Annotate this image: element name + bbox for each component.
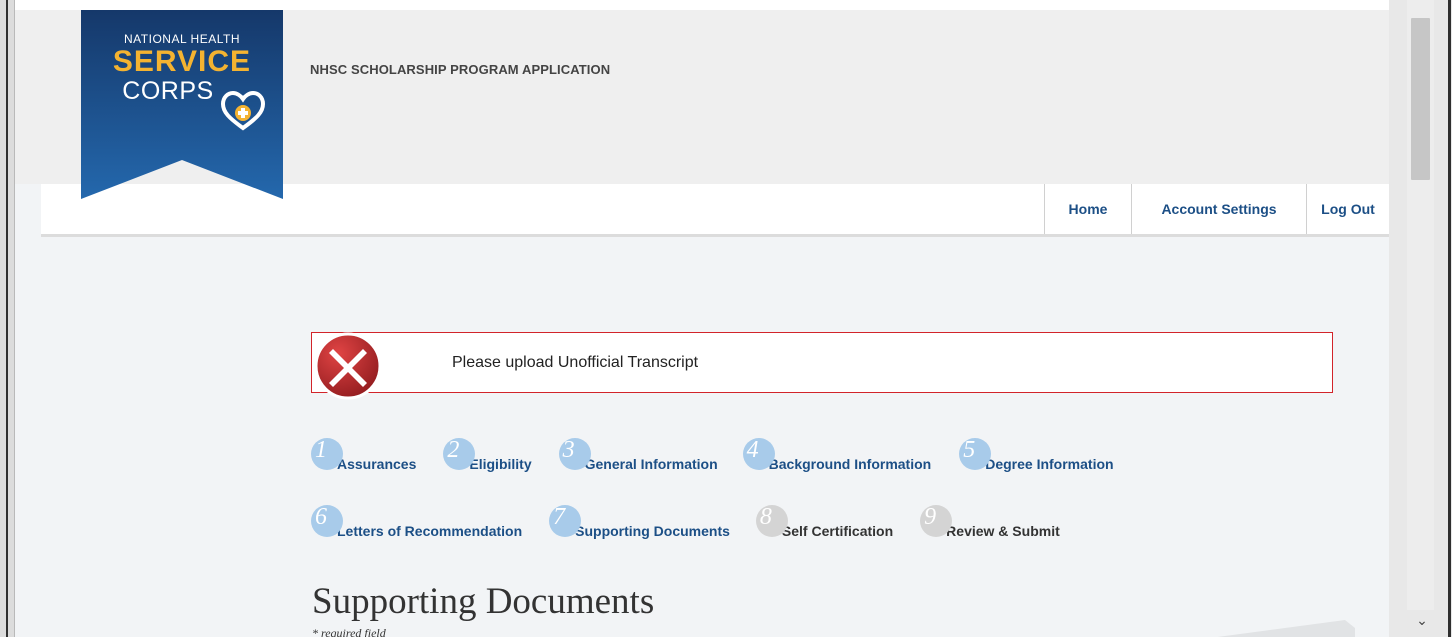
step-number: 6 — [315, 504, 327, 530]
heart-cross-icon — [221, 91, 265, 131]
step-label: Degree Information — [985, 456, 1114, 472]
step-self-certification[interactable]: 8 Self Certification — [755, 504, 894, 539]
step-number-circle: 5 — [959, 437, 992, 470]
step-letters-of-recommendation[interactable]: 6 Letters of Recommendation — [311, 504, 523, 539]
step-number: 7 — [553, 504, 566, 530]
top-nav: Home Account Settings Log Out — [1044, 184, 1389, 234]
chevron-down-icon[interactable]: ⌄ — [1413, 610, 1431, 630]
step-number: 3 — [562, 437, 575, 463]
step-number: 2 — [447, 437, 460, 463]
step-number-circle: 9 — [920, 504, 953, 537]
step-number-circle: 4 — [742, 437, 775, 470]
step-label: Assurances — [337, 456, 417, 472]
window-border — [6, 0, 8, 637]
step-background-information[interactable]: 4 Background Information — [742, 437, 932, 472]
step-number: 1 — [315, 437, 327, 463]
logo-line-1: NATIONAL HEALTH — [124, 32, 240, 46]
app-title: NHSC SCHOLARSHIP PROGRAM APPLICATION — [310, 62, 611, 77]
logo-line-2: SERVICE — [112, 45, 252, 78]
nhsc-logo[interactable]: NATIONAL HEALTH SERVICE CORPS — [81, 10, 283, 199]
progress-steps-row-2: 6 Letters of Recommendation 7 Supporting… — [311, 504, 1060, 539]
step-number: 5 — [963, 437, 976, 463]
section-title: Supporting Documents — [312, 581, 655, 622]
nav-log-out-link[interactable]: Log Out — [1306, 184, 1389, 234]
scrollbar[interactable]: ⌄ — [1389, 0, 1452, 637]
step-number: 8 — [759, 504, 772, 530]
step-assurances[interactable]: 1 Assurances — [311, 437, 417, 472]
step-number-circle: 6 — [311, 504, 343, 537]
step-general-information[interactable]: 3 General Information — [558, 437, 718, 472]
step-number-circle: 1 — [311, 437, 343, 470]
progress-steps-row-1: 1 Assurances 2 Eligibility 3 General Inf… — [311, 437, 1114, 472]
step-eligibility[interactable]: 2 Eligibility — [443, 437, 532, 472]
step-label: Letters of Recommendation — [337, 523, 523, 539]
decorative-document-shape — [1217, 620, 1355, 637]
step-label: General Information — [584, 456, 718, 472]
step-label: Self Certification — [781, 523, 894, 539]
scrollbar-thumb[interactable] — [1411, 18, 1430, 180]
step-label: Background Information — [768, 456, 932, 472]
step-supporting-documents[interactable]: 7 Supporting Documents — [549, 504, 730, 539]
error-alert: Please upload Unofficial Transcript — [311, 332, 1333, 393]
nav-account-settings-link[interactable]: Account Settings — [1131, 184, 1306, 234]
step-number-circle: 3 — [558, 437, 591, 470]
required-field-note: * required field — [312, 626, 386, 637]
step-number: 9 — [924, 504, 937, 530]
step-number: 4 — [746, 437, 759, 463]
alert-message: Please upload Unofficial Transcript — [452, 354, 699, 371]
step-number-circle: 7 — [549, 504, 582, 537]
window-right-border — [1448, 0, 1451, 637]
step-label: Eligibility — [469, 456, 532, 472]
step-degree-information[interactable]: 5 Degree Information — [959, 437, 1114, 472]
step-review-submit[interactable]: 9 Review & Submit — [920, 504, 1060, 539]
nav-home-link[interactable]: Home — [1044, 184, 1131, 234]
page: NHSC SCHOLARSHIP PROGRAM APPLICATION Hom… — [15, 10, 1389, 637]
top-edge — [15, 0, 1389, 10]
error-x-icon — [314, 332, 382, 400]
step-label: Supporting Documents — [575, 523, 730, 539]
step-number-circle: 8 — [755, 504, 788, 537]
step-label: Review & Submit — [946, 523, 1060, 539]
